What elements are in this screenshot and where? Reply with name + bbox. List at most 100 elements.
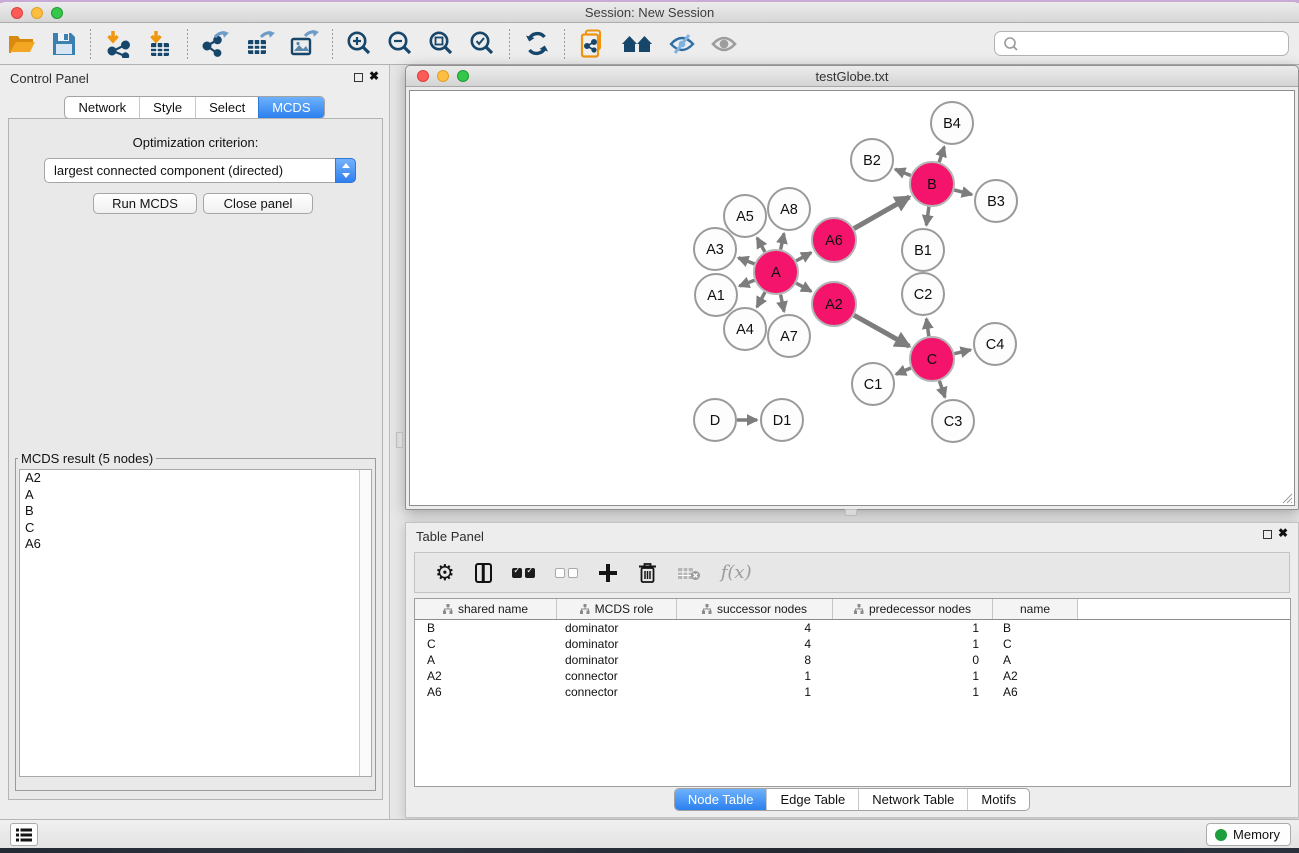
network-node-A[interactable]: A <box>754 250 798 294</box>
cell[interactable]: A6 <box>415 685 557 699</box>
network-node-B1[interactable]: B1 <box>902 229 944 271</box>
criterion-dropdown[interactable]: largest connected component (directed) <box>44 158 356 183</box>
network-node-C2[interactable]: C2 <box>902 273 944 315</box>
close-panel-icon[interactable]: ✖ <box>369 69 379 83</box>
cell[interactable]: A <box>415 653 557 667</box>
column-header-MCDS-role[interactable]: MCDS role <box>557 599 677 619</box>
deselect-all-icon[interactable] <box>555 568 578 578</box>
vertical-scrollbar-thumb[interactable] <box>396 432 403 448</box>
hide-selected-button[interactable] <box>661 27 703 61</box>
cell[interactable]: A2 <box>415 669 557 683</box>
network-node-D1[interactable]: D1 <box>761 399 803 441</box>
delete-icon[interactable] <box>638 562 657 584</box>
import-network-button[interactable] <box>97 27 139 61</box>
select-all-icon[interactable] <box>512 568 535 578</box>
network-node-D[interactable]: D <box>694 399 736 441</box>
network-node-A2[interactable]: A2 <box>812 282 856 326</box>
network-node-C3[interactable]: C3 <box>932 400 974 442</box>
close-panel-icon[interactable]: ✖ <box>1278 526 1288 540</box>
zoom-selected-button[interactable] <box>462 27 503 61</box>
network-node-C[interactable]: C <box>910 337 954 381</box>
cell[interactable]: 1 <box>833 621 993 635</box>
network-node-B3[interactable]: B3 <box>975 180 1017 222</box>
close-panel-button[interactable]: Close panel <box>203 193 313 214</box>
zoom-out-button[interactable] <box>380 27 421 61</box>
edge-C-C1[interactable] <box>896 368 911 374</box>
cell[interactable]: A6 <box>993 685 1078 699</box>
run-mcds-button[interactable]: Run MCDS <box>93 193 197 214</box>
tab-motifs[interactable]: Motifs <box>967 789 1029 810</box>
cell[interactable]: A2 <box>993 669 1078 683</box>
edge-B-B2[interactable] <box>895 169 910 175</box>
mcds-result-item[interactable]: A2 <box>20 470 371 487</box>
cell[interactable]: 1 <box>677 685 833 699</box>
table-row-C[interactable]: Cdominator41C <box>415 636 1290 652</box>
resize-grip-icon[interactable] <box>1280 491 1293 504</box>
cell[interactable]: 0 <box>833 653 993 667</box>
home-button[interactable] <box>613 27 661 61</box>
edge-A-A7[interactable] <box>781 295 784 312</box>
add-icon[interactable] <box>598 563 618 583</box>
tab-style[interactable]: Style <box>139 97 195 118</box>
table-row-A6[interactable]: A6connector11A6 <box>415 684 1290 700</box>
edge-B-B1[interactable] <box>926 207 929 225</box>
tab-edge-table[interactable]: Edge Table <box>766 789 858 810</box>
network-node-A7[interactable]: A7 <box>768 315 810 357</box>
network-canvas[interactable]: B4B2BB3A8A5A6A3B1AA1C2A2A4A7C4CC1DD1C3 <box>409 90 1295 506</box>
memory-button[interactable]: Memory <box>1206 823 1291 846</box>
edge-A2-C[interactable] <box>854 315 909 346</box>
network-node-A8[interactable]: A8 <box>768 188 810 230</box>
gear-icon[interactable]: ⚙ <box>435 562 455 584</box>
cell[interactable]: 1 <box>677 669 833 683</box>
cell[interactable]: 4 <box>677 621 833 635</box>
cell[interactable]: 8 <box>677 653 833 667</box>
cell[interactable]: 1 <box>833 669 993 683</box>
cell[interactable]: B <box>415 621 557 635</box>
network-node-A4[interactable]: A4 <box>724 308 766 350</box>
mcds-result-list[interactable]: A2ABCA6 <box>19 469 372 777</box>
cell[interactable]: dominator <box>557 621 677 635</box>
network-node-A1[interactable]: A1 <box>695 274 737 316</box>
tab-mcds[interactable]: MCDS <box>258 97 323 118</box>
import-table-button[interactable] <box>139 27 181 61</box>
horizontal-scrollbar-thumb[interactable] <box>845 509 857 516</box>
tab-network-table[interactable]: Network Table <box>858 789 967 810</box>
network-from-selection-button[interactable] <box>571 27 613 61</box>
column-header-predecessor-nodes[interactable]: predecessor nodes <box>833 599 993 619</box>
table-row-B[interactable]: Bdominator41B <box>415 620 1290 636</box>
mcds-result-item[interactable]: B <box>20 503 371 520</box>
float-panel-icon[interactable] <box>354 73 363 82</box>
float-panel-icon[interactable] <box>1263 530 1272 539</box>
show-all-button[interactable] <box>703 27 745 61</box>
task-history-button[interactable] <box>10 823 38 846</box>
mcds-result-item[interactable]: A6 <box>20 536 371 553</box>
network-node-A6[interactable]: A6 <box>812 218 856 262</box>
cell[interactable]: 1 <box>833 685 993 699</box>
cell[interactable]: dominator <box>557 637 677 651</box>
column-header-shared-name[interactable]: shared name <box>415 599 557 619</box>
network-node-A3[interactable]: A3 <box>694 228 736 270</box>
network-node-B2[interactable]: B2 <box>851 139 893 181</box>
cell[interactable]: connector <box>557 669 677 683</box>
column-header-name[interactable]: name <box>993 599 1078 619</box>
cell[interactable]: C <box>415 637 557 651</box>
cell[interactable]: 1 <box>833 637 993 651</box>
edge-B-B3[interactable] <box>954 190 972 195</box>
list-scrollbar[interactable] <box>359 470 371 776</box>
tab-network[interactable]: Network <box>65 97 139 118</box>
network-window-titlebar[interactable]: testGlobe.txt <box>406 66 1298 87</box>
tab-select[interactable]: Select <box>195 97 258 118</box>
cell[interactable]: 4 <box>677 637 833 651</box>
open-session-button[interactable] <box>0 27 44 61</box>
mcds-result-item[interactable]: A <box>20 487 371 504</box>
edge-A-A1[interactable] <box>739 280 754 286</box>
table-row-A[interactable]: Adominator80A <box>415 652 1290 668</box>
cell[interactable]: B <box>993 621 1078 635</box>
save-session-button[interactable] <box>44 27 84 61</box>
edge-A-A6[interactable] <box>796 253 811 261</box>
columns-icon[interactable] <box>475 563 492 583</box>
mcds-result-item[interactable]: C <box>20 520 371 537</box>
cell[interactable]: A <box>993 653 1078 667</box>
network-node-B[interactable]: B <box>910 162 954 206</box>
edge-A-A8[interactable] <box>781 233 784 249</box>
